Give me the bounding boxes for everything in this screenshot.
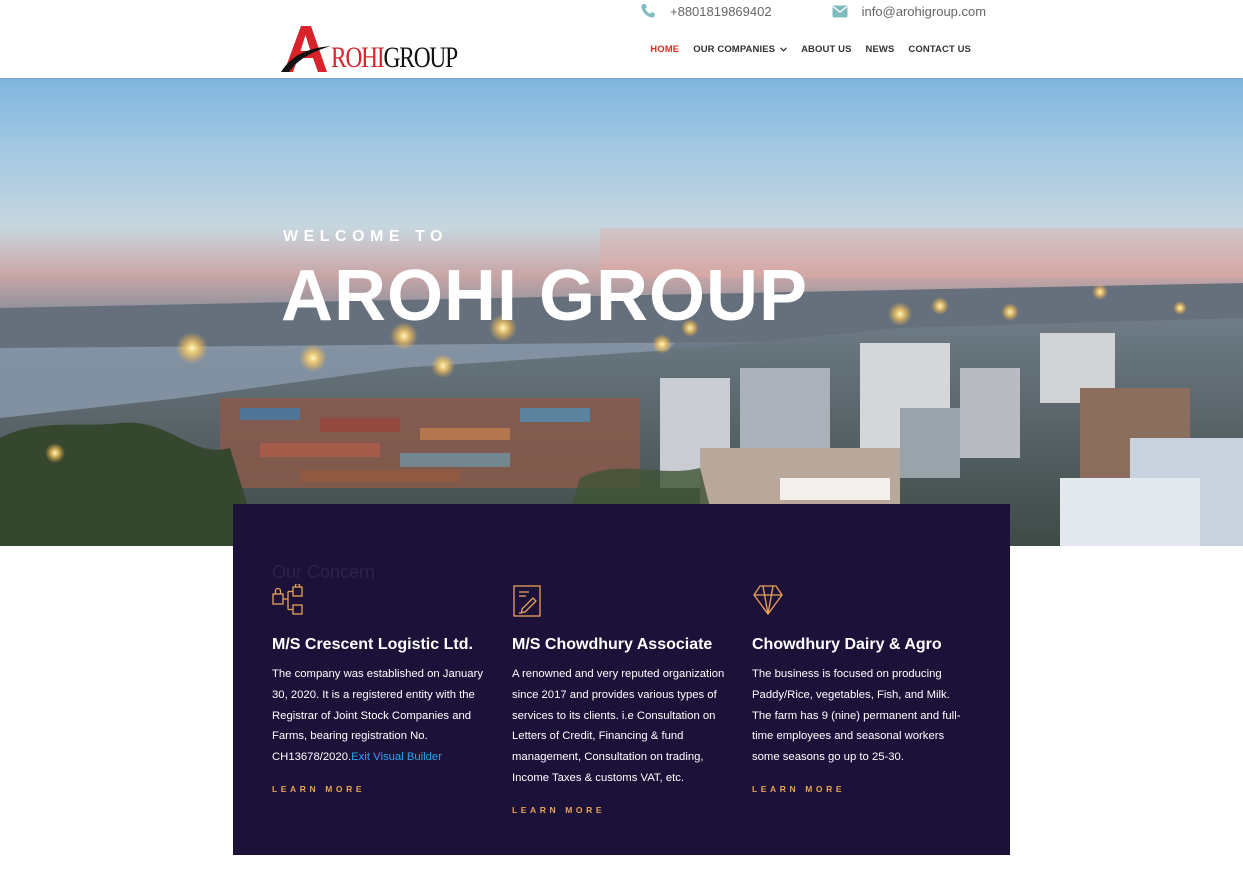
hero-banner: WELCOME TO AROHI GROUP <box>0 78 1243 546</box>
main-navigation: HOME OUR COMPANIES ABOUT US NEWS CONTACT… <box>636 44 971 55</box>
diamond-icon <box>752 584 972 620</box>
hierarchy-icon <box>272 582 492 620</box>
arohi-a-logo-icon <box>281 26 331 72</box>
learn-more-button[interactable]: LEARN MORE <box>512 805 605 815</box>
hero-subtitle: WELCOME TO <box>283 228 448 245</box>
phone-icon <box>641 4 655 18</box>
card-title: M/S Crescent Logistic Ltd. <box>272 636 473 653</box>
our-concern-section: Our Concern M/S Crescent Logistic Ltd. T… <box>233 504 1010 855</box>
card-title: Chowdhury Dairy & Agro <box>752 636 942 653</box>
learn-more-button[interactable]: LEARN MORE <box>752 784 845 794</box>
card-description: The company was established on January 3… <box>272 668 483 764</box>
learn-more-button[interactable]: LEARN MORE <box>272 784 365 794</box>
nav-contact-us[interactable]: CONTACT US <box>908 44 971 55</box>
card-description: The business is focused on producing Pad… <box>752 668 961 764</box>
exit-visual-builder-link[interactable]: Exit Visual Builder <box>351 751 442 763</box>
section-heading: Our Concern <box>272 562 376 582</box>
card-title: M/S Chowdhury Associate <box>512 636 713 653</box>
document-pen-icon <box>512 584 732 620</box>
top-contact-bar: +8801819869402 info@arohigroup.com <box>640 0 986 22</box>
card-description: A renowned and very reputed organization… <box>512 668 725 784</box>
concern-card-crescent-logistic: M/S Crescent Logistic Ltd. The company w… <box>272 582 492 797</box>
site-header: +8801819869402 info@arohigroup.com ROHIG… <box>0 0 1243 78</box>
hero-title: AROHI GROUP <box>281 256 809 336</box>
nav-our-companies[interactable]: OUR COMPANIES <box>693 44 788 55</box>
concern-card-chowdhury-dairy-agro: Chowdhury Dairy & Agro The business is f… <box>752 584 972 797</box>
arohi-group-logo[interactable]: ROHIGROUP <box>281 26 493 74</box>
nav-news[interactable]: NEWS <box>866 44 895 55</box>
email-address[interactable]: info@arohigroup.com <box>862 4 986 19</box>
chevron-down-icon <box>780 47 788 52</box>
email-contact[interactable]: info@arohigroup.com <box>832 4 986 19</box>
phone-contact[interactable]: +8801819869402 <box>640 3 772 19</box>
envelope-icon <box>832 5 848 17</box>
concern-card-chowdhury-associate: M/S Chowdhury Associate A renowned and v… <box>512 584 732 818</box>
phone-number[interactable]: +8801819869402 <box>670 4 772 19</box>
logo-wordmark: ROHIGROUP <box>331 41 458 74</box>
nav-about-us[interactable]: ABOUT US <box>801 44 851 55</box>
nav-home[interactable]: HOME <box>650 44 679 55</box>
